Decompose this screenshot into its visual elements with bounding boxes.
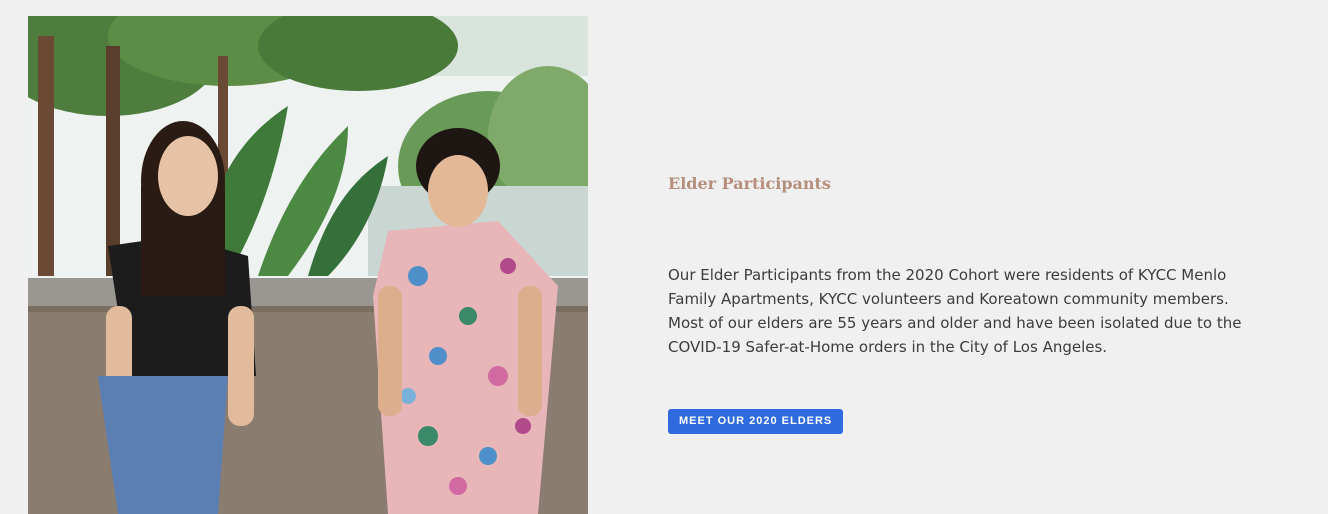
section-description: Our Elder Participants from the 2020 Coh… bbox=[668, 266, 1242, 356]
meet-our-elders-button[interactable]: MEET OUR 2020 ELDERS bbox=[668, 409, 844, 434]
page: Elder Participants Our Elder Participant… bbox=[0, 0, 1328, 514]
section-title: Elder Participants bbox=[668, 174, 831, 193]
elder-participants-photo bbox=[28, 16, 588, 514]
